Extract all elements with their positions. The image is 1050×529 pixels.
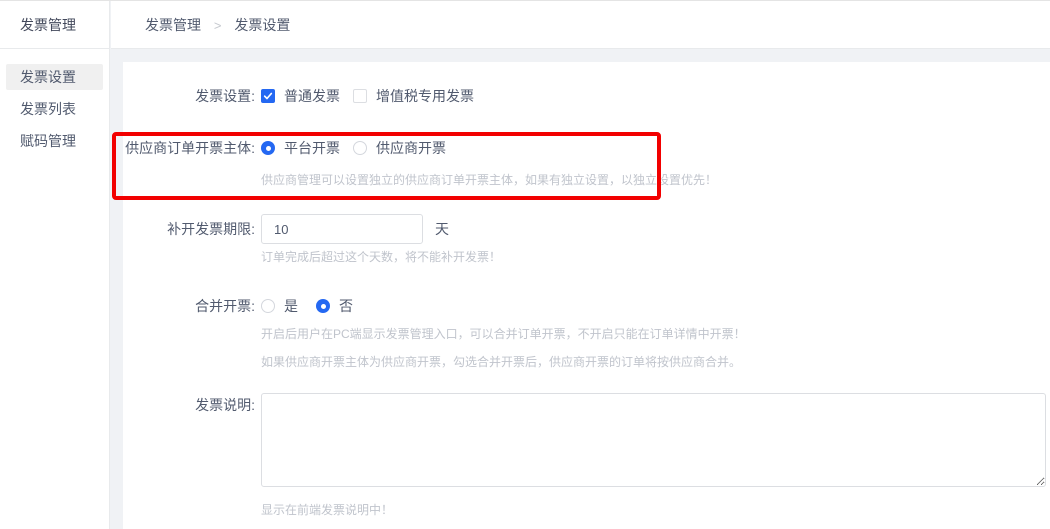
radio-checked-icon [316, 299, 330, 313]
invoice-admin-page: 发票管理 发票设置 发票列表 赋码管理 发票管理 > 发票设置 发票设置: [0, 0, 1050, 529]
topbar: 发票管理 > 发票设置 [111, 1, 1050, 49]
merge-invoice-label: 合并开票: [123, 296, 261, 316]
merge-invoice-row: 合并开票: 是 否 [123, 297, 1050, 315]
sidebar-item-invoice-settings[interactable]: 发票设置 [6, 64, 103, 90]
radio-option-yes[interactable]: 是 [261, 296, 298, 316]
sidebar-title: 发票管理 [0, 1, 109, 49]
breadcrumb-separator-icon: > [214, 18, 222, 33]
invoice-note-textarea[interactable] [261, 393, 1046, 487]
checkbox-label: 增值税专用发票 [376, 86, 474, 106]
sidebar-item-label: 发票列表 [20, 101, 76, 117]
invoice-type-row: 发票设置: 普通发票 增值税专用发票 [123, 87, 1050, 105]
radio-label: 平台开票 [284, 138, 340, 158]
sidebar-item-invoice-list[interactable]: 发票列表 [6, 96, 103, 122]
supplier-subject-help-text: 供应商管理可以设置独立的供应商订单开票主体，如果有独立设置，以独立设置优先！ [261, 172, 1030, 188]
checkbox-label: 普通发票 [284, 86, 340, 106]
radio-label: 供应商开票 [376, 138, 446, 158]
reissue-deadline-unit: 天 [435, 219, 449, 239]
invoice-note-help-text: 显示在前端发票说明中！ [261, 502, 1030, 518]
radio-label: 是 [284, 296, 298, 316]
radio-checked-icon [261, 141, 275, 155]
supplier-subject-row: 供应商订单开票主体: 平台开票 供应商开票 [123, 139, 1050, 157]
invoice-note-label: 发票说明: [123, 393, 261, 415]
radio-option-no[interactable]: 否 [316, 296, 353, 316]
reissue-deadline-label: 补开发票期限: [123, 219, 261, 239]
radio-dot [266, 146, 271, 151]
breadcrumb-item-invoice-management[interactable]: 发票管理 [145, 17, 201, 33]
radio-unchecked-icon [353, 141, 367, 155]
merge-invoice-help-text-2: 如果供应商开票主体为供应商开票，勾选合并开票后，供应商开票的订单将按供应商合并。 [261, 354, 1030, 370]
supplier-subject-label: 供应商订单开票主体: [123, 138, 261, 158]
sidebar-item-code-management[interactable]: 赋码管理 [6, 128, 103, 154]
checkbox-option-vat-special-invoice[interactable]: 增值税专用发票 [353, 86, 474, 106]
sidebar-menu: 发票设置 发票列表 赋码管理 [0, 49, 109, 154]
radio-option-platform-invoicing[interactable]: 平台开票 [261, 138, 340, 158]
breadcrumb: 发票管理 > 发票设置 [145, 15, 290, 35]
invoice-type-label: 发票设置: [123, 86, 261, 106]
reissue-deadline-help-text: 订单完成后超过这个天数，将不能补开发票！ [261, 249, 1030, 265]
checkbox-unchecked-icon [353, 89, 367, 103]
sidebar-item-label: 发票设置 [20, 69, 76, 85]
settings-card: 发票设置: 普通发票 增值税专用发票 供应商订单开票主体: 平台开票 [123, 62, 1050, 529]
radio-label: 否 [339, 296, 353, 316]
checkbox-checked-icon [261, 89, 275, 103]
main-content: 发票设置: 普通发票 增值税专用发票 供应商订单开票主体: 平台开票 [111, 50, 1050, 529]
sidebar: 发票管理 发票设置 发票列表 赋码管理 [0, 1, 110, 529]
radio-unchecked-icon [261, 299, 275, 313]
sidebar-item-label: 赋码管理 [20, 133, 76, 149]
invoice-note-row: 发票说明: [123, 393, 1050, 487]
merge-invoice-help-text-1: 开启后用户在PC端显示发票管理入口，可以合并订单开票，不开启只能在订单详情中开票… [261, 326, 1030, 342]
radio-dot [321, 304, 326, 309]
reissue-deadline-input[interactable] [261, 214, 423, 244]
check-icon [263, 91, 273, 101]
reissue-deadline-row: 补开发票期限: 天 [123, 214, 1050, 244]
breadcrumb-item-invoice-settings: 发票设置 [234, 17, 290, 33]
radio-option-supplier-invoicing[interactable]: 供应商开票 [353, 138, 446, 158]
checkbox-option-ordinary-invoice[interactable]: 普通发票 [261, 86, 340, 106]
